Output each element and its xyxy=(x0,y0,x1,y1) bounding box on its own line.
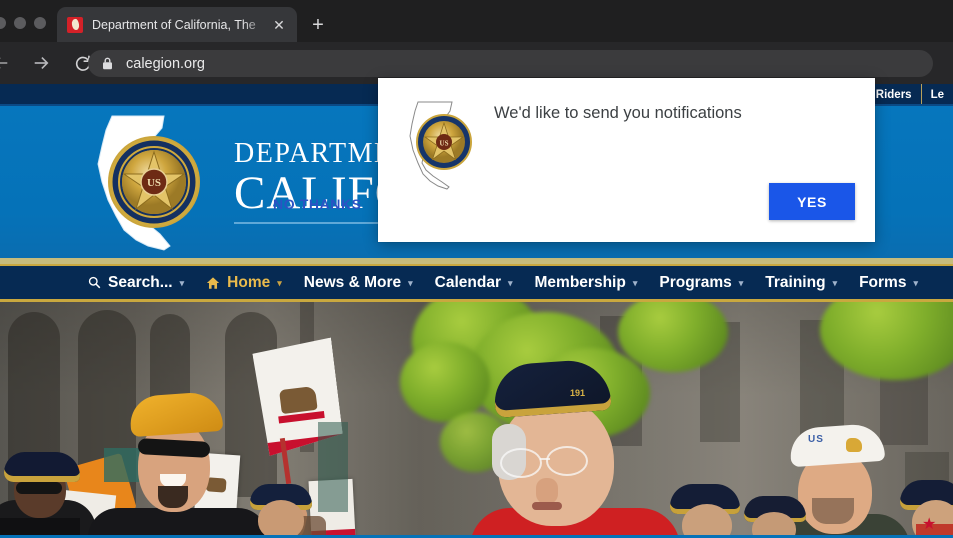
nav-label-training: Training xyxy=(765,273,826,291)
chevron-down-icon: ▾ xyxy=(408,278,413,288)
toplink-legion[interactable]: Le xyxy=(922,84,953,106)
back-button[interactable] xyxy=(0,48,16,78)
svg-text:US: US xyxy=(147,177,161,189)
nav-item-news-and-more[interactable]: News & More ▾ xyxy=(304,274,413,292)
new-tab-button[interactable]: + xyxy=(305,13,331,39)
chevron-down-icon: ▾ xyxy=(738,278,744,288)
nav-item-home[interactable]: Home ▾ xyxy=(206,274,282,292)
chevron-down-icon: ▾ xyxy=(832,278,838,288)
notification-permission-dialog: US We'd like to send you notifications N… xyxy=(273,78,875,242)
screen: Find a Post FAQ Facebook We n Riders Le xyxy=(0,0,953,538)
nav-label-membership: Membership xyxy=(534,273,626,291)
nav-item-forms[interactable]: Forms ▾ xyxy=(859,274,918,292)
chevron-down-icon: ▾ xyxy=(507,278,513,288)
site-favicon-icon xyxy=(67,16,83,33)
dialog-site-icon: US xyxy=(396,98,488,190)
browser-tab-strip: Department of California, The ✕ + xyxy=(0,0,953,42)
nav-item-search[interactable]: Search... ▾ xyxy=(88,274,184,292)
browser-tab-title: Department of California, The xyxy=(92,17,256,32)
no-thanks-button[interactable]: NO THANKS xyxy=(263,188,372,220)
yes-button[interactable]: YES xyxy=(769,183,855,220)
hero-photo: 191 US ★ xyxy=(0,302,953,535)
address-bar-url[interactable]: calegion.org xyxy=(126,56,205,72)
chevron-down-icon: ▾ xyxy=(913,278,918,288)
nav-label-calendar: Calendar xyxy=(434,273,501,291)
lock-icon xyxy=(102,57,114,70)
browser-tab[interactable]: Department of California, The ✕ xyxy=(57,7,297,42)
chevron-down-icon: ▾ xyxy=(179,278,185,288)
search-icon xyxy=(88,276,101,289)
nav-item-membership[interactable]: Membership ▾ xyxy=(535,274,638,292)
nav-item-training[interactable]: Training ▾ xyxy=(765,274,837,292)
nav-label-forms: Forms xyxy=(859,273,907,291)
home-icon xyxy=(206,276,220,290)
american-legion-california-logo[interactable]: US xyxy=(78,112,220,252)
nav-label-search: Search... xyxy=(108,273,173,291)
nav-label-programs: Programs xyxy=(659,273,732,291)
nav-item-programs[interactable]: Programs ▾ xyxy=(659,274,743,292)
maximize-window-button[interactable] xyxy=(34,17,46,29)
nav-item-calendar[interactable]: Calendar ▾ xyxy=(435,274,513,292)
svg-text:US: US xyxy=(440,140,449,148)
forward-button[interactable] xyxy=(26,48,56,78)
chevron-down-icon: ▾ xyxy=(277,278,282,288)
legion-emblem-icon: US xyxy=(110,138,198,226)
close-window-button[interactable] xyxy=(0,17,6,29)
dialog-title: We'd like to send you notifications xyxy=(494,104,742,122)
chevron-down-icon: ▾ xyxy=(632,278,638,288)
close-icon[interactable]: ✕ xyxy=(269,15,289,35)
minimize-window-button[interactable] xyxy=(14,17,26,29)
address-bar[interactable]: calegion.org xyxy=(88,50,933,77)
nav-label-news-and-more: News & More xyxy=(303,273,402,291)
main-navigation: Search... ▾ Home ▾ News & More ▾ Calenda… xyxy=(0,264,953,302)
window-controls xyxy=(0,17,46,29)
nav-label-home: Home xyxy=(227,273,271,291)
